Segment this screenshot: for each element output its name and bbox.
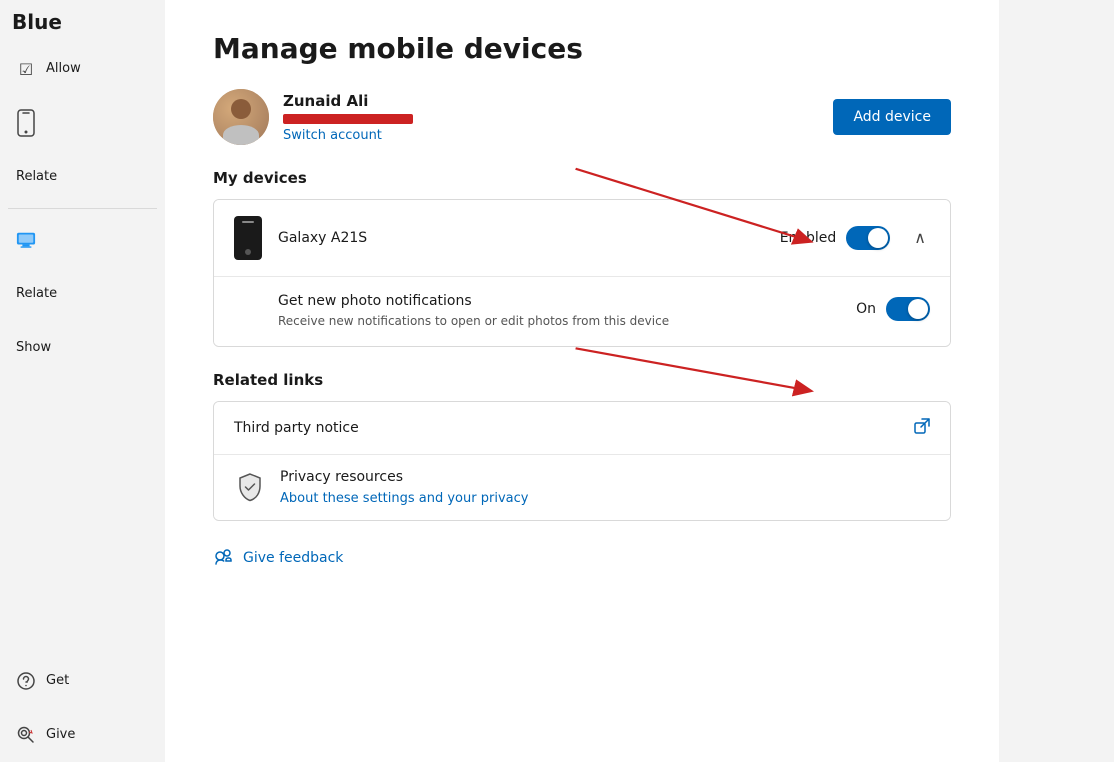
main-content: Manage mobile devices Zunaid Ali Switch …: [165, 0, 999, 762]
privacy-title: Privacy resources: [280, 469, 528, 485]
sidebar-item-allow[interactable]: ☑ Allow: [4, 43, 161, 95]
notification-description: Receive new notifications to open or edi…: [278, 313, 856, 330]
switch-account-link[interactable]: Switch account: [283, 128, 413, 143]
sidebar-item-phone[interactable]: [4, 97, 161, 149]
notification-row: Get new photo notifications Receive new …: [278, 293, 930, 330]
user-profile: Zunaid Ali Switch account Add device: [213, 89, 951, 145]
privacy-link-row[interactable]: Privacy resources About these settings a…: [214, 455, 950, 520]
user-info: Zunaid Ali Switch account: [213, 89, 413, 145]
device-status-label: Enabled: [780, 230, 837, 246]
bottom-actions: Give feedback: [213, 541, 951, 576]
sidebar-item-give-feedback[interactable]: Give: [4, 709, 161, 761]
device-expand-button[interactable]: ∧: [910, 224, 930, 252]
notification-info: Get new photo notifications Receive new …: [278, 293, 856, 330]
sidebar-item-related2[interactable]: Relate: [4, 268, 161, 320]
phone-icon: [16, 113, 36, 133]
get-help-icon: [16, 671, 36, 691]
user-email-bar: [283, 114, 413, 124]
notification-title: Get new photo notifications: [278, 293, 856, 309]
sidebar: Blue ☑ Allow Relate Relate: [0, 0, 165, 762]
device-expanded-section: Get new photo notifications Receive new …: [214, 276, 950, 346]
avatar-image: [213, 89, 269, 145]
sidebar-item-related1-label: Relate: [16, 169, 57, 186]
user-details: Zunaid Ali Switch account: [283, 92, 413, 143]
notification-control: On: [856, 297, 930, 321]
related-links-heading: Related links: [213, 371, 951, 389]
device-status: Enabled: [780, 226, 891, 250]
external-link-icon: [914, 418, 930, 438]
device-card: Galaxy A21S Enabled ∧ Get new photo noti…: [213, 199, 951, 347]
sidebar-item-get-help[interactable]: Get: [4, 655, 161, 707]
sidebar-item-related1[interactable]: Relate: [4, 151, 161, 203]
give-feedback-link[interactable]: Give feedback: [243, 550, 343, 566]
device-name: Galaxy A21S: [278, 230, 780, 246]
privacy-link-left: Privacy resources About these settings a…: [234, 469, 528, 506]
sidebar-divider: [8, 208, 157, 209]
sidebar-item-remote[interactable]: [4, 214, 161, 266]
my-devices-heading: My devices: [213, 169, 951, 187]
allow-icon: ☑: [16, 59, 36, 79]
privacy-link-text-group: Privacy resources About these settings a…: [280, 469, 528, 506]
remote-desktop-icon: [16, 230, 36, 250]
sidebar-item-related2-label: Relate: [16, 286, 57, 303]
get-help-label: Get: [46, 673, 69, 690]
give-feedback-sidebar-label: Give: [46, 727, 75, 744]
device-row: Galaxy A21S Enabled ∧: [214, 200, 950, 276]
related-links-card: Third party notice Privacy: [213, 401, 951, 521]
add-device-button[interactable]: Add device: [833, 99, 951, 135]
shield-icon: [234, 471, 266, 503]
third-party-link-text: Third party notice: [234, 420, 359, 436]
third-party-link-row[interactable]: Third party notice: [214, 402, 950, 455]
device-phone-icon: [234, 216, 262, 260]
sidebar-header: Blue: [0, 0, 165, 42]
feedback-row[interactable]: Give feedback: [213, 541, 951, 576]
device-enabled-toggle[interactable]: [846, 226, 890, 250]
feedback-icon: [213, 547, 233, 570]
page-title: Manage mobile devices: [213, 32, 951, 65]
give-feedback-icon: [16, 725, 36, 745]
notification-status-label: On: [856, 301, 876, 317]
right-panel: [999, 0, 1114, 762]
notification-toggle[interactable]: [886, 297, 930, 321]
avatar: [213, 89, 269, 145]
sidebar-item-show-label: Show: [16, 340, 51, 357]
user-name: Zunaid Ali: [283, 92, 413, 110]
privacy-subtitle-link[interactable]: About these settings and your privacy: [280, 491, 528, 506]
sidebar-item-show[interactable]: Show: [4, 322, 161, 374]
sidebar-item-allow-label: Allow: [46, 61, 81, 78]
